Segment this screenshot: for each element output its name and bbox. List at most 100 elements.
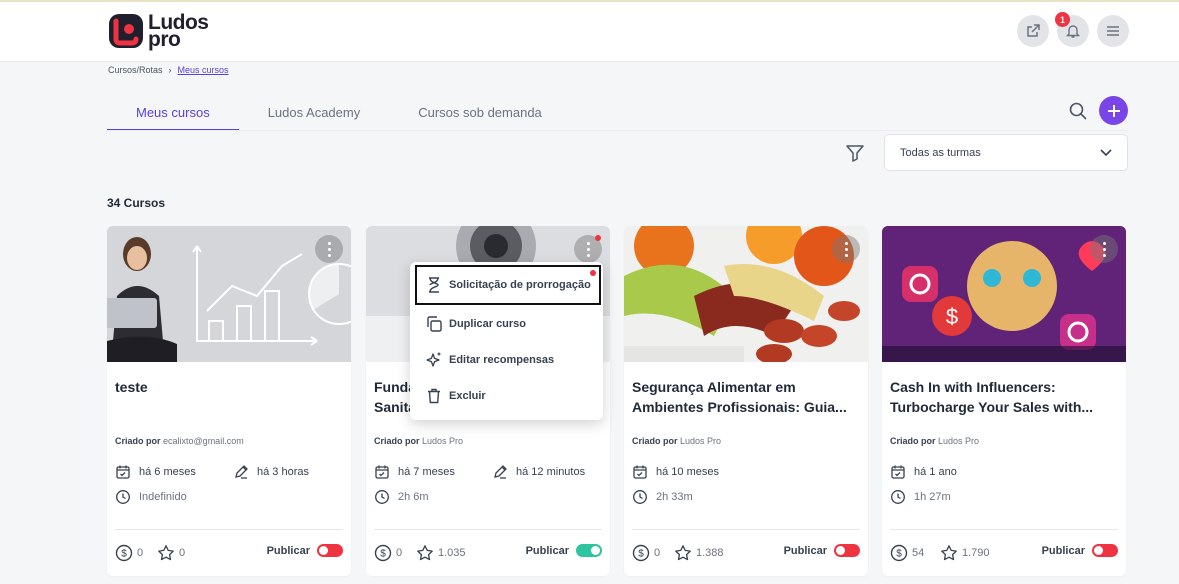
coins-value: 54 [912,547,925,559]
menu-item-duplicate[interactable]: Duplicar curso [410,307,603,341]
bell-icon [1065,25,1081,38]
notification-badge: 1 [1055,12,1070,27]
star-icon [675,545,691,561]
publish-toggle[interactable] [1092,544,1118,557]
stars-count: 1.035 [416,544,466,562]
class-filter-value: Todas as turmas [900,146,981,159]
card-options-button[interactable] [832,235,860,263]
svg-text:$: $ [946,304,958,329]
card-options-button[interactable] [1090,235,1118,263]
tab-ludos-academy[interactable]: Ludos Academy [239,97,390,131]
stars-value: 1.790 [962,547,990,559]
course-card[interactable]: $ Cash In with Influencers: Turbocharge … [882,226,1126,576]
course-duration: 2h 33m [632,489,693,505]
star-icon [941,545,957,561]
created-text: há 10 meses [656,466,719,478]
created-text: há 6 meses [139,466,196,478]
menu-item-label: Editar recompensas [449,354,555,366]
pencil-icon [494,465,507,479]
publish-toggle[interactable] [576,544,602,557]
ludos-logo[interactable]: Ludos pro [107,12,209,50]
course-creator: Criado por Ludos Pro [632,436,721,446]
more-vertical-icon [1102,240,1106,258]
coins-count: $ 54 [890,544,924,562]
publish-toggle[interactable] [834,544,860,557]
coin-icon: $ [890,544,908,562]
publish-label: Publicar [1041,544,1085,557]
calendar-icon [375,465,389,479]
course-duration: 2h 6m [374,489,429,505]
menu-item-label: Duplicar curso [449,318,527,330]
menu-item-edit-rewards[interactable]: Editar recompensas [410,343,603,377]
search-icon [1069,102,1087,120]
svg-text:$: $ [896,549,902,560]
external-link-button[interactable] [1017,15,1049,47]
stars-value: 1.388 [696,547,724,559]
search-button[interactable] [1067,100,1089,122]
copy-icon [427,316,442,332]
course-title: Segurança Alimentar em Ambientes Profiss… [632,377,860,417]
tab-meus-cursos[interactable]: Meus cursos [107,97,239,131]
coins-count: $ 0 [115,544,143,562]
external-link-icon [1027,24,1040,37]
creator-name: Ludos Pro [938,436,980,446]
course-tabs: Meus cursos Ludos Academy Cursos sob dem… [107,97,571,131]
creator-prefix: Criado por [374,436,420,446]
notifications-button[interactable]: 1 [1055,12,1089,47]
class-filter-select[interactable]: Todas as turmas [884,134,1128,171]
course-title-line2: Turbocharge Your Sales with... [890,399,1094,415]
clock-icon [375,490,389,504]
publish-toggle[interactable] [317,544,343,557]
duration-text: 2h 33m [656,491,693,503]
star-icon [417,545,433,561]
created-date: há 7 meses [374,464,455,480]
coins-value: 0 [396,547,403,559]
coins-value: 0 [137,547,144,559]
course-card[interactable]: Segurança Alimentar em Ambientes Profiss… [624,226,868,576]
stars-value: 1.035 [438,547,466,559]
course-thumbnail [107,226,351,362]
breadcrumb-root[interactable]: Cursos/Rotas [108,65,163,75]
more-vertical-icon [586,240,590,258]
course-title-line2: Ambientes Profissionais: Guia... [632,399,847,415]
creator-name: ecalixto@gmail.com [163,436,244,446]
menu-item-label: Excluir [449,390,486,402]
stars-value: 0 [179,547,186,559]
stars-count: 1.388 [674,544,724,562]
course-count: 34 Cursos [107,196,166,210]
course-title: teste [115,377,343,397]
course-thumbnail: $ [882,226,1126,362]
edited-date: há 12 minutos [492,464,585,480]
alert-dot [595,235,601,241]
svg-text:$: $ [121,549,127,560]
calendar-icon [633,465,647,479]
created-text: há 7 meses [398,466,455,478]
app-header: Ludos pro 1 [0,2,1179,62]
menu-item-delete[interactable]: Excluir [410,379,603,413]
ludos-logo-icon [107,12,145,50]
main-menu-button[interactable] [1097,15,1129,47]
coin-icon: $ [374,544,392,562]
stars-count: 0 [157,544,185,562]
coins-value: 0 [654,547,661,559]
course-title-line1: Segurança Alimentar em [632,379,796,395]
menu-item-label: Solicitação de prorrogação [449,279,591,291]
created-date: há 10 meses [632,464,719,480]
breadcrumb-current[interactable]: Meus cursos [178,65,229,75]
clock-icon [116,490,130,504]
duration-text: 2h 6m [398,491,429,503]
publish-control: Publicar [784,544,860,557]
creator-prefix: Criado por [632,436,678,446]
add-course-button[interactable] [1099,96,1128,125]
course-creator: Criado por Ludos Pro [374,436,463,446]
card-options-button[interactable] [315,235,343,263]
plus-icon [1107,104,1120,117]
chevron-right-icon: › [168,65,172,75]
publish-control: Publicar [1042,544,1118,557]
tab-cursos-sob-demanda[interactable]: Cursos sob demanda [389,97,571,131]
filter-button[interactable] [845,143,865,163]
course-card[interactable]: teste Criado por ecalixto@gmail.com há 6… [107,226,351,576]
menu-item-extension-request[interactable]: Solicitação de prorrogação [415,265,601,305]
duration-text: Indefinido [139,491,187,503]
calendar-icon [116,465,130,479]
